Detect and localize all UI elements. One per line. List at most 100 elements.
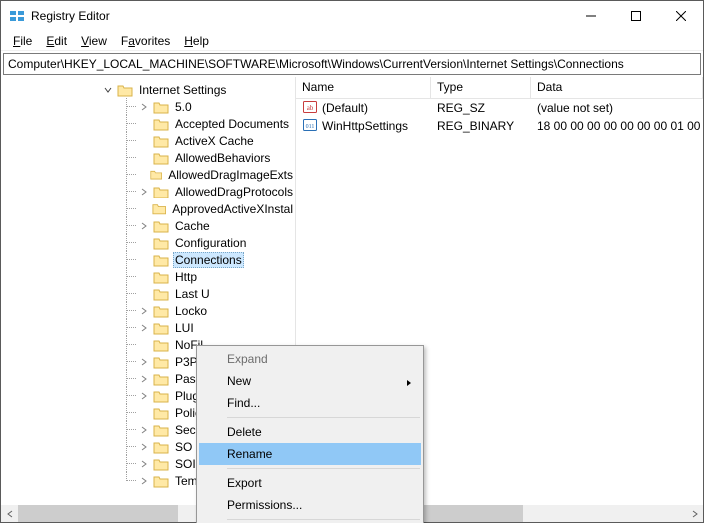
chevron-right-icon[interactable]	[137, 219, 151, 233]
tree-node[interactable]: ActiveX Cache	[137, 132, 295, 149]
expander-empty	[137, 236, 151, 250]
minimize-button[interactable]	[568, 1, 613, 31]
list-row[interactable]: ab(Default)REG_SZ(value not set)	[296, 99, 703, 117]
tree-node[interactable]: Connections	[137, 251, 295, 268]
chevron-right-icon[interactable]	[137, 423, 151, 437]
window-controls	[568, 1, 703, 31]
menu-favorites[interactable]: Favorites	[115, 33, 176, 49]
scroll-thumb[interactable]	[18, 505, 178, 522]
value-data: 18 00 00 00 00 00 00 00 01 00 0	[531, 119, 703, 133]
expander-empty	[137, 270, 151, 284]
expander-empty	[137, 406, 151, 420]
chevron-right-icon[interactable]	[137, 372, 151, 386]
address-path: Computer\HKEY_LOCAL_MACHINE\SOFTWARE\Mic…	[8, 57, 624, 71]
menu-help[interactable]: Help	[178, 33, 215, 49]
column-header-name[interactable]: Name	[296, 77, 431, 98]
tree-node[interactable]: Locko	[137, 302, 295, 319]
tree-node-label: SO	[173, 440, 194, 454]
tree-node[interactable]: Configuration	[137, 234, 295, 251]
tree-node[interactable]: AllowedBehaviors	[137, 149, 295, 166]
tree-node[interactable]: ApprovedActiveXInstal	[137, 200, 295, 217]
folder-icon	[153, 355, 169, 369]
value-type: REG_SZ	[431, 101, 531, 115]
expander-empty	[137, 253, 151, 267]
tree-node[interactable]: Last U	[137, 285, 295, 302]
folder-icon	[153, 440, 169, 454]
submenu-arrow-icon	[405, 376, 413, 390]
address-bar[interactable]: Computer\HKEY_LOCAL_MACHINE\SOFTWARE\Mic…	[3, 53, 701, 75]
folder-icon	[153, 117, 169, 131]
svg-text:ab: ab	[307, 104, 314, 112]
chevron-right-icon[interactable]	[137, 321, 151, 335]
context-expand[interactable]: Expand	[199, 348, 421, 370]
titlebar: Registry Editor	[1, 1, 703, 31]
tree-node[interactable]: Accepted Documents	[137, 115, 295, 132]
tree-node-label: Http	[173, 270, 199, 284]
menu-file[interactable]: File	[7, 33, 38, 49]
folder-icon	[153, 338, 169, 352]
column-header-data[interactable]: Data	[531, 77, 703, 98]
list-rows: ab(Default)REG_SZ(value not set) 011 WinHt…	[296, 99, 703, 135]
tree-node[interactable]: AllowedDragProtocols	[137, 183, 295, 200]
context-separator	[227, 519, 420, 520]
expander-empty	[137, 168, 148, 182]
context-export[interactable]: Export	[199, 472, 421, 494]
tree-node-label: 5.0	[173, 100, 194, 114]
maximize-button[interactable]	[613, 1, 658, 31]
chevron-right-icon[interactable]	[137, 389, 151, 403]
folder-icon	[153, 304, 169, 318]
folder-icon	[150, 168, 162, 182]
folder-icon	[153, 185, 169, 199]
tree-node[interactable]: LUI	[137, 319, 295, 336]
tree-node-label: AllowedBehaviors	[173, 151, 272, 165]
chevron-right-icon[interactable]	[137, 457, 151, 471]
expander-empty	[137, 151, 151, 165]
folder-icon	[152, 202, 167, 216]
menu-view[interactable]: View	[75, 33, 113, 49]
tree-node-label: Last U	[173, 287, 212, 301]
folder-icon	[153, 321, 169, 335]
context-permissions[interactable]: Permissions...	[199, 494, 421, 516]
tree-node[interactable]: AllowedDragImageExts	[137, 166, 295, 183]
chevron-right-icon[interactable]	[137, 304, 151, 318]
chevron-right-icon[interactable]	[137, 100, 151, 114]
expander-empty	[137, 287, 151, 301]
chevron-right-icon[interactable]	[137, 355, 151, 369]
menu-edit[interactable]: Edit	[40, 33, 73, 49]
svg-text:011: 011	[306, 124, 315, 130]
folder-icon	[153, 457, 169, 471]
tree-node[interactable]: Http	[137, 268, 295, 285]
folder-icon	[153, 372, 169, 386]
value-name: WinHttpSettings	[322, 119, 408, 133]
expander-empty	[137, 202, 150, 216]
reg-string-icon: ab	[302, 99, 318, 118]
expander-empty	[137, 338, 151, 352]
tree-root-node[interactable]: Internet Settings	[101, 81, 295, 98]
column-header-type[interactable]: Type	[431, 77, 531, 98]
scroll-right-button[interactable]	[686, 505, 703, 522]
menubar: File Edit View Favorites Help	[1, 31, 703, 51]
tree-node[interactable]: 5.0	[137, 98, 295, 115]
window-title: Registry Editor	[31, 9, 568, 23]
chevron-right-icon[interactable]	[137, 474, 151, 488]
context-new[interactable]: New	[199, 370, 421, 392]
expander-empty	[137, 134, 151, 148]
value-type: REG_BINARY	[431, 119, 531, 133]
tree-node[interactable]: Cache	[137, 217, 295, 234]
context-find[interactable]: Find...	[199, 392, 421, 414]
folder-icon	[153, 270, 169, 284]
list-row[interactable]: 011 WinHttpSettings REG_BINARY18 00 00 00 …	[296, 117, 703, 135]
context-rename[interactable]: Rename	[199, 443, 421, 465]
chevron-down-icon[interactable]	[101, 83, 115, 97]
value-data: (value not set)	[531, 101, 703, 115]
chevron-right-icon[interactable]	[137, 185, 151, 199]
tree-node-label: AllowedDragImageExts	[166, 168, 295, 182]
context-delete[interactable]: Delete	[199, 421, 421, 443]
close-button[interactable]	[658, 1, 703, 31]
chevron-right-icon[interactable]	[137, 440, 151, 454]
tree-node-label: ApprovedActiveXInstal	[170, 202, 295, 216]
folder-icon	[153, 134, 169, 148]
folder-icon	[153, 100, 169, 114]
scroll-left-button[interactable]	[1, 505, 18, 522]
tree-root-label: Internet Settings	[137, 83, 228, 97]
